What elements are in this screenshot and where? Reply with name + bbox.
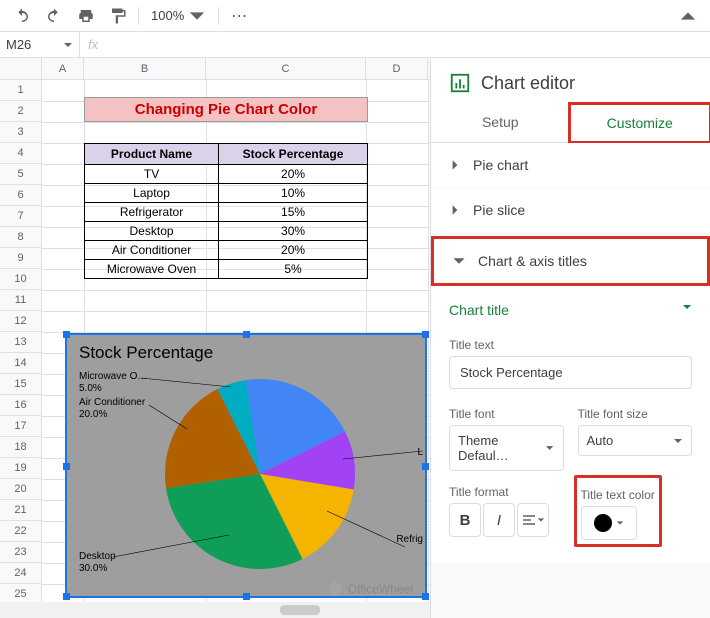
row-header[interactable]: 8 <box>0 227 41 248</box>
horizontal-scrollbar[interactable] <box>0 602 430 618</box>
table-row: Air Conditioner20% <box>85 241 368 260</box>
collapse-toolbar-button[interactable] <box>676 4 700 28</box>
row-header[interactable]: 19 <box>0 458 41 479</box>
data-table: Product NameStock Percentage TV20%Laptop… <box>84 143 368 279</box>
title-font-size-label: Title font size <box>578 401 693 425</box>
section-pie-slice[interactable]: Pie slice <box>431 188 710 232</box>
row-header[interactable]: 14 <box>0 353 41 374</box>
row-header[interactable]: 2 <box>0 101 41 122</box>
row-header[interactable]: 7 <box>0 206 41 227</box>
more-button[interactable]: ⋯ <box>227 4 251 28</box>
row-header[interactable]: 1 <box>0 80 41 101</box>
chevron-down-icon <box>682 302 692 312</box>
col-header[interactable]: C <box>206 58 366 79</box>
title-format-label: Title format <box>449 479 564 503</box>
sheet-title-cell: Changing Pie Chart Color <box>84 97 368 122</box>
chevron-right-icon <box>449 204 461 216</box>
row-header[interactable]: 3 <box>0 122 41 143</box>
chevron-right-icon <box>449 159 461 171</box>
row-header[interactable]: 16 <box>0 395 41 416</box>
col-header[interactable]: A <box>42 58 84 79</box>
chart-label: L <box>417 447 423 459</box>
row-header[interactable]: 9 <box>0 248 41 269</box>
row-header[interactable]: 6 <box>0 185 41 206</box>
row-header[interactable]: 12 <box>0 311 41 332</box>
row-header[interactable]: 13 <box>0 332 41 353</box>
table-row: Microwave Oven5% <box>85 260 368 279</box>
chart-title: Stock Percentage <box>79 343 213 363</box>
embedded-chart[interactable]: Stock Percentage Microwave O…5.0% Air Co… <box>65 333 427 598</box>
section-chart-axis-titles[interactable]: Chart & axis titles <box>431 236 710 286</box>
chevron-down-icon <box>452 254 466 268</box>
formula-bar: M26 fx <box>0 32 710 58</box>
row-header[interactable]: 15 <box>0 374 41 395</box>
watermark: OfficeWheel <box>326 580 413 598</box>
chart-editor-panel: Chart editor Setup Customize Pie chart P… <box>430 58 710 618</box>
title-text-input[interactable] <box>449 356 692 389</box>
chart-label: Air Conditioner20.0% <box>79 397 145 421</box>
name-box[interactable]: M26 <box>0 32 80 57</box>
title-font-dropdown[interactable]: Theme Defaul… <box>449 425 564 471</box>
zoom-dropdown[interactable]: 100% <box>147 7 210 25</box>
print-button[interactable] <box>74 4 98 28</box>
redo-button[interactable] <box>42 4 66 28</box>
title-font-size-dropdown[interactable]: Auto <box>578 425 693 456</box>
section-pie-chart[interactable]: Pie chart <box>431 143 710 187</box>
col-header[interactable]: B <box>84 58 206 79</box>
title-text-label: Title text <box>449 332 692 356</box>
spreadsheet[interactable]: A B C D 12345678910111213141516171819202… <box>0 58 430 618</box>
row-header[interactable]: 17 <box>0 416 41 437</box>
table-row: Refrigerator15% <box>85 203 368 222</box>
row-header[interactable]: 24 <box>0 563 41 584</box>
title-font-label: Title font <box>449 401 564 425</box>
cells-area[interactable]: Changing Pie Chart Color Product NameSto… <box>42 80 430 602</box>
row-headers: 1234567891011121314151617181920212223242… <box>0 80 42 602</box>
row-header[interactable]: 25 <box>0 584 41 602</box>
chart-icon <box>449 72 471 94</box>
tab-setup[interactable]: Setup <box>431 104 570 142</box>
tab-customize[interactable]: Customize <box>568 102 710 144</box>
row-header[interactable]: 21 <box>0 500 41 521</box>
title-text-color-picker[interactable] <box>581 506 637 540</box>
col-header[interactable]: D <box>366 58 428 79</box>
select-all-corner[interactable] <box>0 58 42 79</box>
toolbar: 100% ⋯ <box>0 0 710 32</box>
row-header[interactable]: 10 <box>0 269 41 290</box>
undo-button[interactable] <box>10 4 34 28</box>
paint-format-button[interactable] <box>106 4 130 28</box>
table-row: Desktop30% <box>85 222 368 241</box>
row-header[interactable]: 22 <box>0 521 41 542</box>
table-row: TV20% <box>85 165 368 184</box>
row-header[interactable]: 5 <box>0 164 41 185</box>
chart-label: Microwave O…5.0% <box>79 371 147 395</box>
table-row: Laptop10% <box>85 184 368 203</box>
title-text-color-label: Title text color <box>581 482 655 506</box>
chart-editor-header: Chart editor <box>431 58 710 104</box>
chart-label: Desktop30.0% <box>79 551 116 575</box>
fx-label: fx <box>80 37 106 52</box>
row-header[interactable]: 20 <box>0 479 41 500</box>
row-header[interactable]: 18 <box>0 437 41 458</box>
italic-button[interactable]: I <box>483 503 515 537</box>
chart-label: Refrig <box>396 534 423 546</box>
chart-title-selector[interactable]: Chart title <box>449 294 692 332</box>
row-header[interactable]: 23 <box>0 542 41 563</box>
bold-button[interactable]: B <box>449 503 481 537</box>
align-button[interactable] <box>517 503 549 537</box>
row-header[interactable]: 11 <box>0 290 41 311</box>
row-header[interactable]: 4 <box>0 143 41 164</box>
